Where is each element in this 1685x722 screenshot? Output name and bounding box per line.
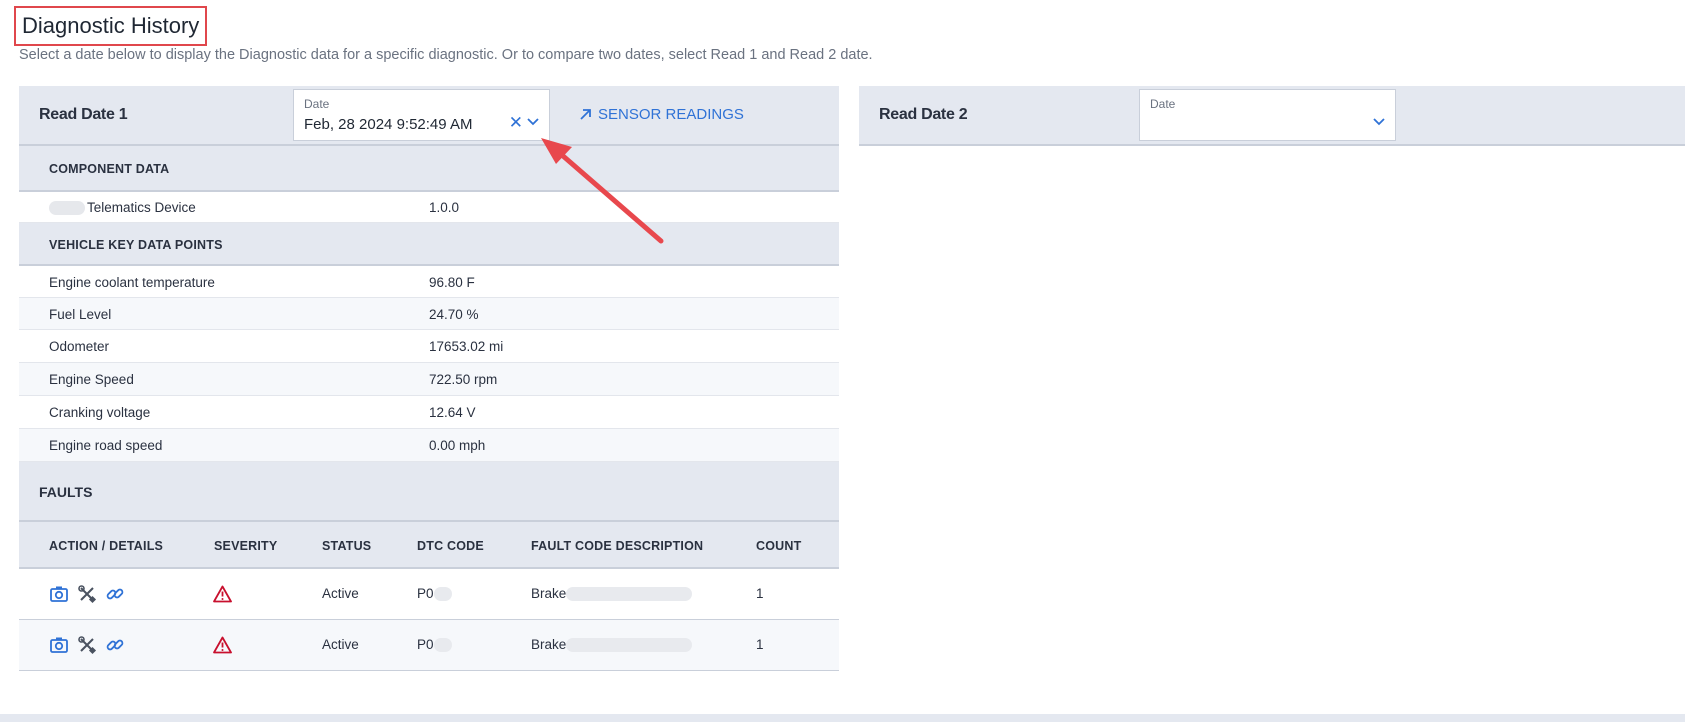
chevron-down-icon[interactable]: [526, 117, 540, 127]
sensor-readings-label: SENSOR READINGS: [598, 106, 744, 123]
link-icon[interactable]: [105, 584, 125, 604]
read-date-2-picker[interactable]: Date: [1139, 89, 1396, 141]
description-text: Brake: [531, 637, 567, 652]
sensor-readings-link[interactable]: SENSOR READINGS: [579, 106, 744, 123]
page-subtitle: Select a date below to display the Diagn…: [19, 47, 873, 63]
row-value: 96.80 F: [429, 275, 475, 290]
row-key: Cranking voltage: [49, 405, 151, 420]
fault-description: Brake: [531, 586, 693, 602]
read-date-1-picker[interactable]: Date Feb, 28 2024 9:52:49 AM ✕: [293, 89, 550, 141]
column-header: COUNT: [756, 539, 802, 553]
table-row: Engine coolant temperature 96.80 F: [19, 266, 839, 298]
read-date-1-header: Read Date 1 Date Feb, 28 2024 9:52:49 AM…: [19, 86, 839, 146]
table-row: Engine Speed 722.50 rpm: [19, 363, 839, 396]
fault-dtc-code: P0: [417, 586, 452, 602]
description-text: Brake: [531, 586, 567, 601]
table-row: Active P0 Brake 1: [19, 569, 839, 620]
link-icon[interactable]: [105, 635, 125, 655]
row-key: Engine road speed: [49, 438, 163, 453]
redacted-text: [49, 201, 85, 216]
tools-icon[interactable]: [77, 584, 97, 604]
fault-status: Active: [322, 586, 359, 601]
table-row: Fuel Level 24.70 %: [19, 298, 839, 330]
faults-table-header: ACTION / DETAILS SEVERITY STATUS DTC COD…: [19, 522, 839, 569]
read-date-2-header: Read Date 2 Date: [859, 86, 1685, 146]
row-value: 12.64 V: [429, 405, 476, 420]
tools-icon[interactable]: [77, 635, 97, 655]
fault-description: Brake: [531, 637, 693, 653]
row-value: 1.0.0: [429, 200, 460, 215]
faults-title: FAULTS: [39, 484, 93, 500]
read-date-2-panel: Read Date 2 Date: [859, 86, 1685, 146]
arrow-up-right-icon: [580, 109, 591, 120]
dtc-text: P0: [417, 637, 434, 652]
row-key-text: Telematics Device: [87, 200, 196, 215]
table-row: Cranking voltage 12.64 V: [19, 396, 839, 429]
action-icons: [49, 584, 125, 604]
column-header: SEVERITY: [214, 539, 278, 553]
date-field-label: Date: [1150, 97, 1176, 111]
table-row: Engine road speed 0.00 mph: [19, 429, 839, 462]
vehicle-key-header: VEHICLE KEY DATA POINTS: [19, 223, 839, 266]
row-value: 0.00 mph: [429, 438, 486, 453]
column-header: STATUS: [322, 539, 372, 553]
fault-count: 1: [756, 586, 764, 601]
fault-count: 1: [756, 637, 764, 652]
warning-triangle-icon: [213, 585, 232, 603]
table-row: Telematics Device 1.0.0: [19, 192, 839, 223]
redacted-text: [433, 587, 452, 602]
vehicle-key-title: VEHICLE KEY DATA POINTS: [49, 238, 223, 252]
camera-icon[interactable]: [49, 635, 69, 655]
camera-icon[interactable]: [49, 584, 69, 604]
row-value: 722.50 rpm: [429, 372, 498, 387]
action-icons: [49, 635, 125, 655]
row-value: 24.70 %: [429, 307, 479, 322]
fault-status: Active: [322, 637, 359, 652]
redacted-text: [433, 638, 452, 653]
footer-bar: [0, 714, 1685, 722]
fault-dtc-code: P0: [417, 637, 452, 653]
read-date-1-title: Read Date 1: [39, 106, 128, 123]
date-field-value: Feb, 28 2024 9:52:49 AM: [304, 116, 473, 133]
component-data-header: COMPONENT DATA: [19, 146, 839, 192]
close-icon[interactable]: ✕: [509, 113, 523, 133]
component-data-title: COMPONENT DATA: [49, 162, 170, 176]
warning-triangle-icon: [213, 636, 232, 654]
redacted-text: [566, 587, 693, 602]
row-key: Fuel Level: [49, 307, 112, 322]
row-key: Engine coolant temperature: [49, 275, 215, 290]
column-header: ACTION / DETAILS: [49, 539, 164, 553]
column-header: DTC CODE: [417, 539, 484, 553]
row-value: 17653.02 mi: [429, 339, 504, 354]
table-row: Odometer 17653.02 mi: [19, 330, 839, 363]
read-date-1-panel: Read Date 1 Date Feb, 28 2024 9:52:49 AM…: [19, 86, 839, 671]
chevron-down-icon[interactable]: [1372, 117, 1386, 127]
row-key: Engine Speed: [49, 372, 134, 387]
read-date-2-title: Read Date 2: [879, 106, 968, 123]
faults-header: FAULTS: [19, 462, 839, 522]
row-key: Odometer: [49, 339, 110, 354]
table-row: Active P0 Brake 1: [19, 620, 839, 671]
dtc-text: P0: [417, 586, 434, 601]
row-key: Telematics Device: [49, 200, 196, 216]
column-header: FAULT CODE DESCRIPTION: [531, 539, 704, 553]
redacted-text: [566, 638, 693, 653]
date-field-label: Date: [304, 97, 330, 111]
page-title: Diagnostic History: [14, 6, 208, 46]
